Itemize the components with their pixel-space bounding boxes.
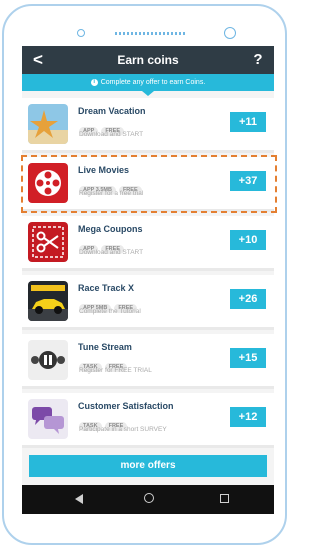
reward-button[interactable]: +12 <box>230 407 266 427</box>
proximity-sensor <box>224 27 236 39</box>
offer-subtitle: Complete the Tutorial <box>79 308 141 315</box>
offer-tags: APP 5MB FREE <box>79 296 140 313</box>
offer-tags: TASK FREE <box>79 414 130 431</box>
highlighted-offer-outline <box>21 155 277 213</box>
help-button[interactable]: ? <box>248 49 268 71</box>
offer-subtitle: Register for FREE TRIAL <box>79 367 152 374</box>
page-title: Earn coins <box>117 53 179 67</box>
offer-tags: TASK FREE <box>79 355 130 372</box>
offer-row-dream-vacation[interactable]: Dream Vacation APP FREE Download and STAR… <box>22 98 274 153</box>
offer-tags: APP FREE <box>79 119 127 136</box>
starfish-icon <box>28 104 68 144</box>
offer-row-tune-stream[interactable]: Tune Stream TASK FREE Register for FREE T… <box>22 334 274 389</box>
front-camera <box>77 29 85 37</box>
reward-button[interactable]: +10 <box>230 230 266 250</box>
speech-bubble-icon <box>28 399 68 439</box>
music-player-icon <box>28 340 68 380</box>
back-button[interactable]: < <box>28 49 48 71</box>
offer-name: Dream Vacation <box>78 106 146 116</box>
speaker-grille <box>115 32 187 35</box>
race-car-icon <box>28 281 68 321</box>
offer-name: Mega Coupons <box>78 224 143 234</box>
offer-tags: APP FREE <box>79 237 127 254</box>
reward-button[interactable]: +11 <box>230 112 266 132</box>
offer-row-mega-coupons[interactable]: Mega Coupons APP FREE Download and START … <box>22 216 274 271</box>
offer-name: Customer Satisfaction <box>78 401 174 411</box>
offer-name: Race Track X <box>78 283 135 293</box>
scissors-icon <box>28 222 68 262</box>
offer-row-race-track-x[interactable]: Race Track X APP 5MB FREE Complete the Tu… <box>22 275 274 330</box>
offer-subtitle: Participate in a short SURVEY <box>79 426 167 433</box>
reward-button[interactable]: +15 <box>230 348 266 368</box>
offer-row-customer-satisfaction[interactable]: Customer Satisfaction TASK FREE Participa… <box>22 393 274 448</box>
nav-recent-apps-icon[interactable] <box>220 494 229 503</box>
info-icon: i <box>90 78 98 86</box>
nav-back-icon[interactable] <box>75 494 83 504</box>
reward-button[interactable]: +26 <box>230 289 266 309</box>
nav-home-icon[interactable] <box>144 493 154 503</box>
app-screen: Earn coins < ? i Complete any offer to ea… <box>22 46 274 514</box>
banner-pointer <box>142 91 154 96</box>
offer-name: Tune Stream <box>78 342 132 352</box>
info-banner-text: Complete any offer to earn Coins. <box>100 79 206 86</box>
offer-subtitle: Download and START <box>79 131 144 138</box>
android-nav-bar <box>22 485 274 514</box>
top-bar: Earn coins < ? <box>22 46 274 74</box>
offer-subtitle: Download and START <box>79 249 144 256</box>
more-offers-button[interactable]: more offers <box>29 455 267 477</box>
info-banner: i Complete any offer to earn Coins. <box>22 74 274 91</box>
